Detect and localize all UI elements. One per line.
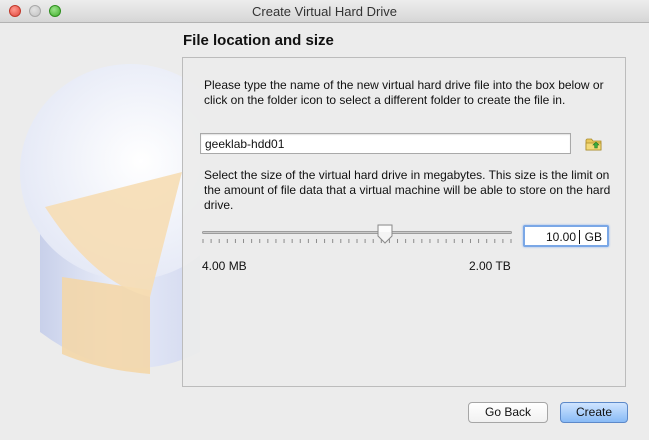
hard-drive-illustration: [20, 64, 200, 374]
size-value: 10.00: [545, 230, 576, 244]
size-slider-thumb[interactable]: [376, 224, 394, 244]
text-caret: [579, 230, 580, 244]
go-back-button[interactable]: Go Back: [468, 402, 548, 423]
size-max-label: 2.00 TB: [469, 259, 511, 273]
size-min-label: 4.00 MB: [202, 259, 247, 273]
size-description: Select the size of the virtual hard driv…: [204, 168, 611, 212]
size-input[interactable]: 10.00 GB: [523, 225, 609, 247]
title-bar: Create Virtual Hard Drive: [0, 0, 649, 23]
choose-folder-button[interactable]: [584, 134, 604, 154]
create-virtual-hard-drive-dialog: Create Virtual Hard Drive File location …: [0, 0, 649, 440]
size-slider-ticks: [202, 239, 512, 243]
file-location-input[interactable]: [200, 133, 571, 154]
file-location-description: Please type the name of the new virtual …: [204, 78, 604, 107]
create-button[interactable]: Create: [560, 402, 628, 423]
window-title: Create Virtual Hard Drive: [252, 4, 397, 19]
page-title: File location and size: [183, 32, 334, 49]
size-unit: GB: [584, 230, 602, 244]
size-slider-track[interactable]: [202, 231, 512, 234]
folder-icon: [585, 138, 602, 151]
